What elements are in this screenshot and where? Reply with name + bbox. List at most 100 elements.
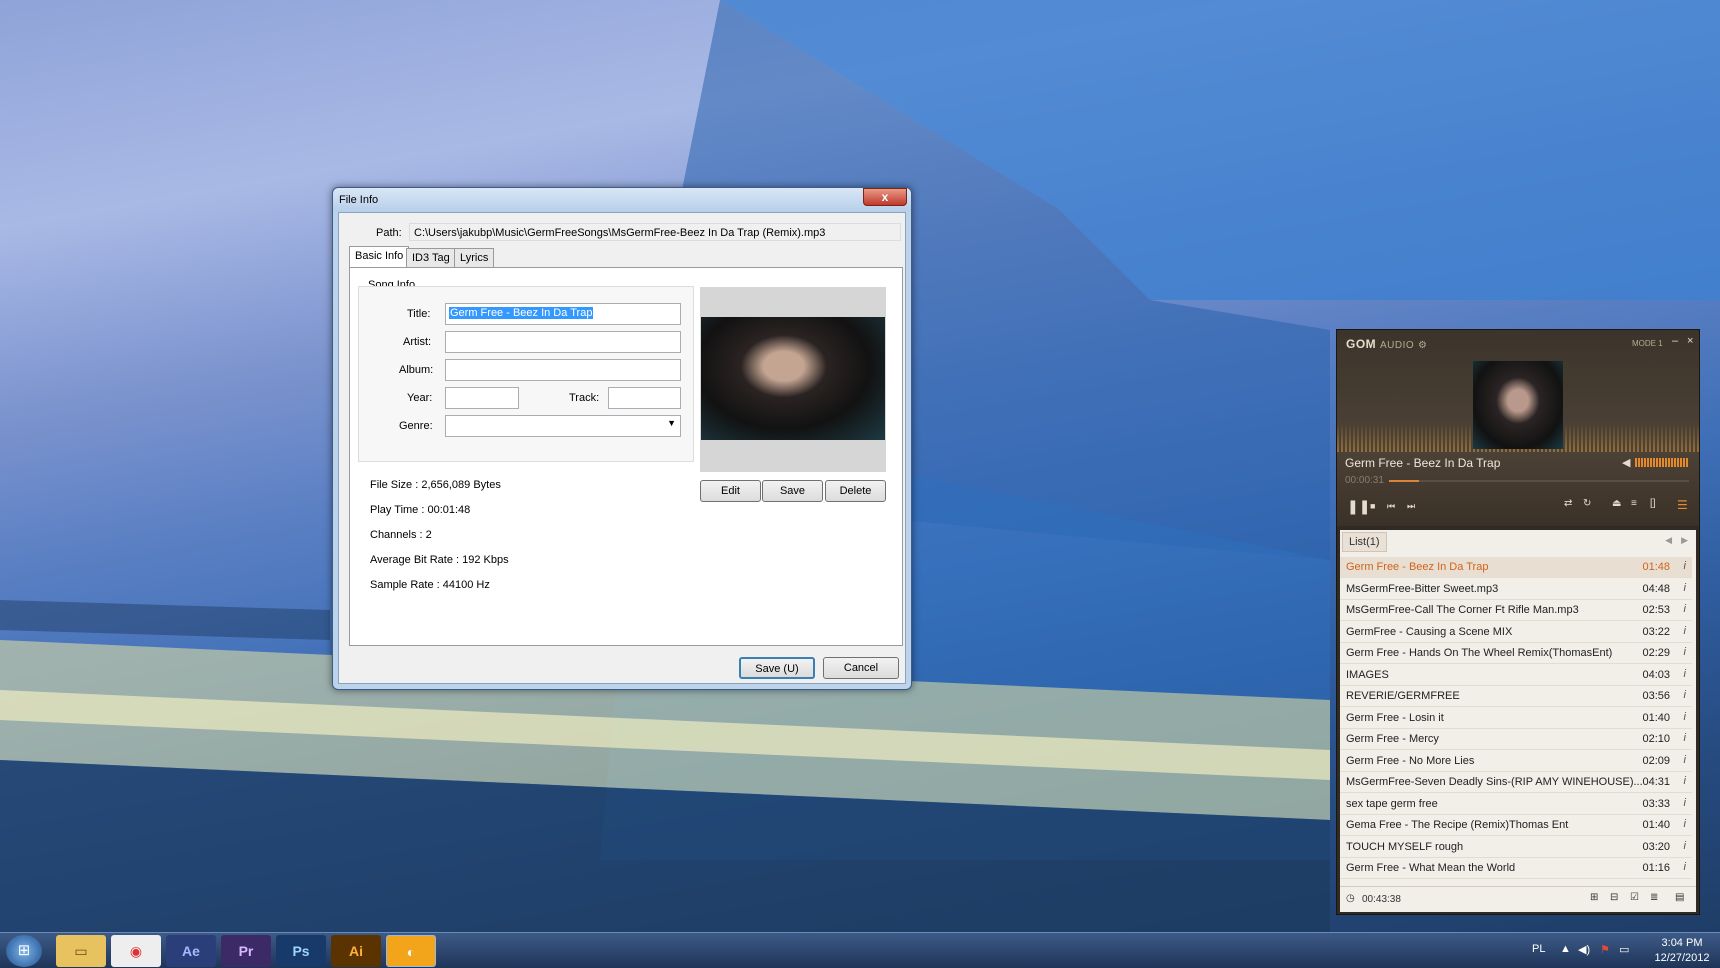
table-row[interactable]: Germ Free - Mercy 02:10 i xyxy=(1340,729,1692,750)
tab-id3-tag[interactable]: ID3 Tag xyxy=(406,248,456,267)
add-file-icon[interactable]: ⊞ xyxy=(1590,892,1598,903)
track-name: Gema Free - The Recipe (Remix)Thomas Ent xyxy=(1346,819,1569,831)
eject-icon[interactable]: ⏏ xyxy=(1612,498,1621,509)
table-row[interactable]: GermFree - Causing a Scene MIX 03:22 i xyxy=(1340,622,1692,643)
info-icon[interactable]: i xyxy=(1684,646,1686,658)
table-row[interactable]: REVERIE/GERMFREE 03:56 i xyxy=(1340,686,1692,707)
track-field[interactable] xyxy=(608,387,681,409)
action-center-icon[interactable]: ⚑ xyxy=(1600,943,1610,956)
track-duration: 03:56 xyxy=(1642,690,1670,702)
tab-lyrics[interactable]: Lyrics xyxy=(454,248,495,267)
dialog-cancel-button[interactable]: Cancel xyxy=(823,657,899,679)
path-label: Path: xyxy=(376,227,402,239)
playlist-tab[interactable]: List(1) xyxy=(1342,532,1387,552)
taskbar-app-gom-audio[interactable]: ◐ xyxy=(386,935,436,967)
info-icon[interactable]: i xyxy=(1684,754,1686,766)
previous-icon[interactable]: ⏮ xyxy=(1387,501,1395,512)
table-row[interactable]: Gema Free - The Recipe (Remix)Thomas Ent… xyxy=(1340,815,1692,836)
table-row[interactable]: TOUCH MYSELF rough 03:20 i xyxy=(1340,837,1692,858)
info-icon[interactable]: i xyxy=(1684,689,1686,701)
info-icon[interactable]: i xyxy=(1684,775,1686,787)
table-row[interactable]: MsGermFree-Bitter Sweet.mp3 04:48 i xyxy=(1340,579,1692,600)
track-name: MsGermFree-Seven Deadly Sins-(RIP AMY WI… xyxy=(1346,776,1643,788)
now-playing-title: Germ Free - Beez In Da Trap xyxy=(1345,456,1501,470)
chevron-left-icon[interactable]: ◀ xyxy=(1665,535,1672,546)
start-button[interactable]: ⊞ xyxy=(6,935,42,967)
gear-icon[interactable]: ⚙ xyxy=(1418,340,1427,351)
table-row[interactable]: Germ Free - What Mean the World 01:16 i xyxy=(1340,858,1692,879)
close-icon[interactable]: × xyxy=(1687,335,1693,347)
file-info-dialog: File Info x Path: C:\Users\jakubp\Music\… xyxy=(332,187,912,690)
equalizer-icon[interactable]: ≡ xyxy=(1631,498,1637,509)
info-icon[interactable]: i xyxy=(1684,603,1686,615)
track-name: IMAGES xyxy=(1346,668,1389,681)
info-icon[interactable]: i xyxy=(1684,732,1686,744)
genre-select[interactable]: ▼ xyxy=(445,415,681,437)
art-save-button[interactable]: Save xyxy=(762,480,823,502)
album-label: Album: xyxy=(399,364,434,376)
seek-bar[interactable] xyxy=(1389,480,1689,482)
sort-icon[interactable]: ≣ xyxy=(1650,892,1658,903)
gom-logo: GOM AUDIO ⚙ xyxy=(1346,337,1428,351)
chevron-down-icon: ▼ xyxy=(667,418,676,428)
info-icon[interactable]: i xyxy=(1684,861,1686,873)
table-row[interactable]: Germ Free - Losin it 01:40 i xyxy=(1340,708,1692,729)
taskbar-app-photoshop[interactable]: Ps xyxy=(276,935,326,967)
tray-expand-icon[interactable]: ▲ xyxy=(1560,943,1571,955)
next-icon[interactable]: ⏭ xyxy=(1407,501,1415,512)
menu-icon[interactable]: ☰ xyxy=(1677,498,1688,512)
elapsed-time: 00:00:31 xyxy=(1345,475,1384,486)
language-indicator[interactable]: PL xyxy=(1532,943,1545,955)
taskbar-app-chrome[interactable]: ◉ xyxy=(111,935,161,967)
remove-file-icon[interactable]: ⊟ xyxy=(1610,892,1618,903)
taskbar-app-illustrator[interactable]: Ai xyxy=(331,935,381,967)
year-field[interactable] xyxy=(445,387,519,409)
table-row[interactable]: IMAGES 04:03 i xyxy=(1340,665,1692,686)
network-icon[interactable]: ▭ xyxy=(1619,943,1629,956)
shuffle-icon[interactable]: ⇄ xyxy=(1564,498,1572,509)
volume-slider[interactable] xyxy=(1635,458,1689,467)
stop-icon[interactable]: ■ xyxy=(1370,501,1375,511)
dialog-titlebar[interactable]: File Info x xyxy=(333,188,911,212)
info-icon[interactable]: i xyxy=(1684,668,1686,680)
gom-player-panel: GOM AUDIO ⚙ MODE 1 – × Germ Free - Beez … xyxy=(1337,330,1699,526)
info-icon[interactable]: i xyxy=(1684,818,1686,830)
taskbar-app-explorer[interactable]: ▭ xyxy=(56,935,106,967)
repeat-icon[interactable]: ↻ xyxy=(1583,498,1591,509)
info-icon[interactable]: i xyxy=(1684,711,1686,723)
album-field[interactable] xyxy=(445,359,681,381)
close-button[interactable]: x xyxy=(863,188,907,206)
table-row[interactable]: MsGermFree-Seven Deadly Sins-(RIP AMY WI… xyxy=(1340,772,1692,793)
tab-basic-info[interactable]: Basic Info xyxy=(349,246,410,267)
table-row[interactable]: Germ Free - Hands On The Wheel Remix(Tho… xyxy=(1340,643,1692,664)
clock-time[interactable]: 3:04 PM xyxy=(1650,937,1714,949)
minimize-icon[interactable]: – xyxy=(1672,335,1678,347)
mode-label[interactable]: MODE 1 xyxy=(1632,339,1663,348)
pause-icon[interactable]: ❚❚ xyxy=(1347,498,1370,515)
table-row[interactable]: sex tape germ free 03:33 i xyxy=(1340,794,1692,815)
dialog-save-button[interactable]: Save (U) xyxy=(739,657,815,679)
volume-icon[interactable]: ◀) xyxy=(1578,943,1590,956)
lyrics-icon[interactable]: [] xyxy=(1650,498,1656,509)
art-edit-button[interactable]: Edit xyxy=(700,480,761,502)
info-icon[interactable]: i xyxy=(1684,582,1686,594)
art-delete-button[interactable]: Delete xyxy=(825,480,886,502)
channels-info: Channels : 2 xyxy=(370,529,432,541)
taskbar-app-after-effects[interactable]: Ae xyxy=(166,935,216,967)
total-time: 00:43:38 xyxy=(1362,894,1401,905)
table-row[interactable]: Germ Free - Beez In Da Trap 01:48 i xyxy=(1340,557,1692,578)
clock-date[interactable]: 12/27/2012 xyxy=(1648,952,1716,964)
playlist-menu-icon[interactable]: ▤ xyxy=(1675,892,1684,903)
table-row[interactable]: MsGermFree-Call The Corner Ft Rifle Man.… xyxy=(1340,600,1692,621)
title-field[interactable]: Germ Free - Beez In Da Trap xyxy=(445,303,681,325)
info-icon[interactable]: i xyxy=(1684,797,1686,809)
taskbar-app-premiere[interactable]: Pr xyxy=(221,935,271,967)
table-row[interactable]: Germ Free - No More Lies 02:09 i xyxy=(1340,751,1692,772)
speaker-icon[interactable]: ◀ xyxy=(1622,456,1630,469)
select-icon[interactable]: ☑ xyxy=(1630,892,1639,903)
info-icon[interactable]: i xyxy=(1684,625,1686,637)
artist-field[interactable] xyxy=(445,331,681,353)
chevron-right-icon[interactable]: ▶ xyxy=(1681,535,1688,546)
info-icon[interactable]: i xyxy=(1684,840,1686,852)
info-icon[interactable]: i xyxy=(1684,560,1686,572)
